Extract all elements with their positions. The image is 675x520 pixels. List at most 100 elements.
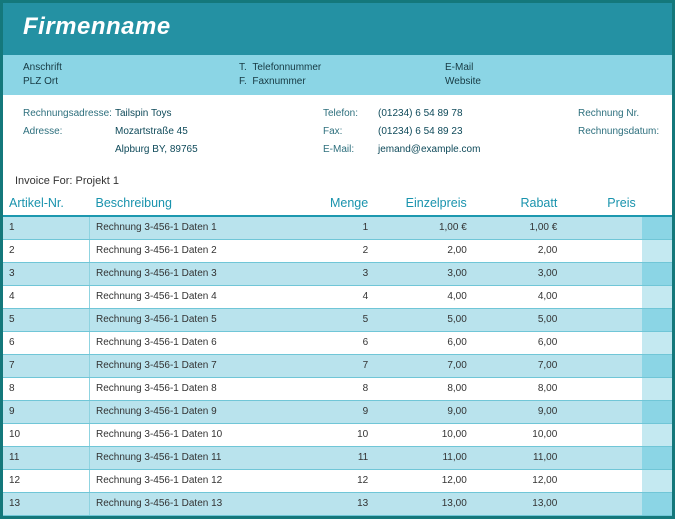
cell-artikel: 5 (3, 308, 90, 331)
cell-pad (642, 400, 672, 423)
invoice-date-label: Rechnungsdatum: (578, 123, 675, 141)
cell-rabatt: 5,00 (473, 308, 564, 331)
header-band: Firmenname (3, 3, 672, 55)
company-name: Firmenname (23, 13, 652, 41)
fax-value: (01234) 6 54 89 23 (378, 123, 578, 141)
billing-addr-label: Rechnungsadresse: (23, 105, 115, 123)
cell-rabatt: 10,00 (473, 423, 564, 446)
cell-rabatt: 9,00 (473, 400, 564, 423)
table-row: 2Rechnung 3-456-1 Daten 222,002,00 (3, 239, 672, 262)
cell-einzel: 1,00 € (374, 216, 473, 239)
cell-desc: Rechnung 3-456-1 Daten 6 (90, 331, 306, 354)
cell-desc: Rechnung 3-456-1 Daten 4 (90, 285, 306, 308)
table-row: 3Rechnung 3-456-1 Daten 333,003,00 (3, 262, 672, 285)
cell-preis (563, 446, 641, 469)
cell-menge: 8 (306, 377, 374, 400)
table-row: 11Rechnung 3-456-1 Daten 111111,0011,00 (3, 446, 672, 469)
table-row: 9Rechnung 3-456-1 Daten 999,009,00 (3, 400, 672, 423)
cell-menge: 3 (306, 262, 374, 285)
cell-artikel: 13 (3, 492, 90, 515)
cell-desc: Rechnung 3-456-1 Daten 7 (90, 354, 306, 377)
cell-pad (642, 285, 672, 308)
table-row: 7Rechnung 3-456-1 Daten 777,007,00 (3, 354, 672, 377)
billing-addr3-value: Alpburg BY, 89765 (115, 141, 323, 159)
col-preis: Preis (563, 191, 641, 216)
cell-artikel: 3 (3, 262, 90, 285)
cell-menge: 11 (306, 446, 374, 469)
cell-einzel: 7,00 (374, 354, 473, 377)
fax-prefix: F. (239, 76, 247, 87)
cell-artikel: 12 (3, 469, 90, 492)
cell-artikel: 4 (3, 285, 90, 308)
cell-einzel: 8,00 (374, 377, 473, 400)
cell-preis (563, 262, 641, 285)
cell-preis (563, 354, 641, 377)
cell-menge: 2 (306, 239, 374, 262)
cell-desc: Rechnung 3-456-1 Daten 1 (90, 216, 306, 239)
col-beschreibung: Beschreibung (90, 191, 306, 216)
col-pad (642, 191, 672, 216)
cell-rabatt: 8,00 (473, 377, 564, 400)
cell-preis (563, 492, 641, 515)
cell-desc: Rechnung 3-456-1 Daten 11 (90, 446, 306, 469)
email-meta-label: E-Mail: (323, 141, 378, 159)
cell-pad (642, 423, 672, 446)
cell-einzel: 2,00 (374, 239, 473, 262)
cell-einzel: 6,00 (374, 331, 473, 354)
tel-value: (01234) 6 54 89 78 (378, 105, 578, 123)
cell-rabatt: 13,00 (473, 492, 564, 515)
cell-preis (563, 469, 641, 492)
cell-menge: 13 (306, 492, 374, 515)
col-einzelpreis: Einzelpreis (374, 191, 473, 216)
cell-menge: 12 (306, 469, 374, 492)
cell-rabatt: 7,00 (473, 354, 564, 377)
cell-einzel: 10,00 (374, 423, 473, 446)
billing-addr2-value: Mozartstraße 45 (115, 123, 323, 141)
table-row: 8Rechnung 3-456-1 Daten 888,008,00 (3, 377, 672, 400)
cell-rabatt: 1,00 € (473, 216, 564, 239)
fax-label: Faxnummer (252, 76, 305, 87)
cell-desc: Rechnung 3-456-1 Daten 8 (90, 377, 306, 400)
cell-rabatt: 11,00 (473, 446, 564, 469)
cell-menge: 7 (306, 354, 374, 377)
cell-pad (642, 216, 672, 239)
invoice-for: Invoice For: Projekt 1 (3, 169, 672, 187)
cell-desc: Rechnung 3-456-1 Daten 12 (90, 469, 306, 492)
cell-pad (642, 354, 672, 377)
col-rabatt: Rabatt (473, 191, 564, 216)
cell-pad (642, 262, 672, 285)
cell-preis (563, 308, 641, 331)
cell-desc: Rechnung 3-456-1 Daten 5 (90, 308, 306, 331)
cell-menge: 6 (306, 331, 374, 354)
cell-preis (563, 216, 641, 239)
cell-desc: Rechnung 3-456-1 Daten 3 (90, 262, 306, 285)
cell-artikel: 6 (3, 331, 90, 354)
billing-addr2-label: Adresse: (23, 123, 115, 141)
fax-label: Fax: (323, 123, 378, 141)
contact-address-line1: Anschrift (23, 61, 233, 75)
cell-pad (642, 446, 672, 469)
cell-preis (563, 423, 641, 446)
cell-desc: Rechnung 3-456-1 Daten 9 (90, 400, 306, 423)
cell-menge: 5 (306, 308, 374, 331)
tel-label: Telefon: (323, 105, 378, 123)
table-row: 12Rechnung 3-456-1 Daten 121212,0012,00 (3, 469, 672, 492)
cell-rabatt: 6,00 (473, 331, 564, 354)
cell-pad (642, 308, 672, 331)
email-meta-value: jemand@example.com (378, 141, 578, 159)
cell-preis (563, 285, 641, 308)
table-row: 5Rechnung 3-456-1 Daten 555,005,00 (3, 308, 672, 331)
cell-einzel: 3,00 (374, 262, 473, 285)
table-row: 6Rechnung 3-456-1 Daten 666,006,00 (3, 331, 672, 354)
cell-desc: Rechnung 3-456-1 Daten 13 (90, 492, 306, 515)
table-row: 1Rechnung 3-456-1 Daten 111,00 €1,00 € (3, 216, 672, 239)
cell-artikel: 2 (3, 239, 90, 262)
cell-rabatt: 2,00 (473, 239, 564, 262)
cell-einzel: 12,00 (374, 469, 473, 492)
contact-band: Anschrift PLZ Ort T. Telefonnummer F. Fa… (3, 55, 672, 95)
cell-preis (563, 331, 641, 354)
cell-einzel: 13,00 (374, 492, 473, 515)
cell-rabatt: 3,00 (473, 262, 564, 285)
billing-addr-value: Tailspin Toys (115, 105, 323, 123)
cell-artikel: 11 (3, 446, 90, 469)
